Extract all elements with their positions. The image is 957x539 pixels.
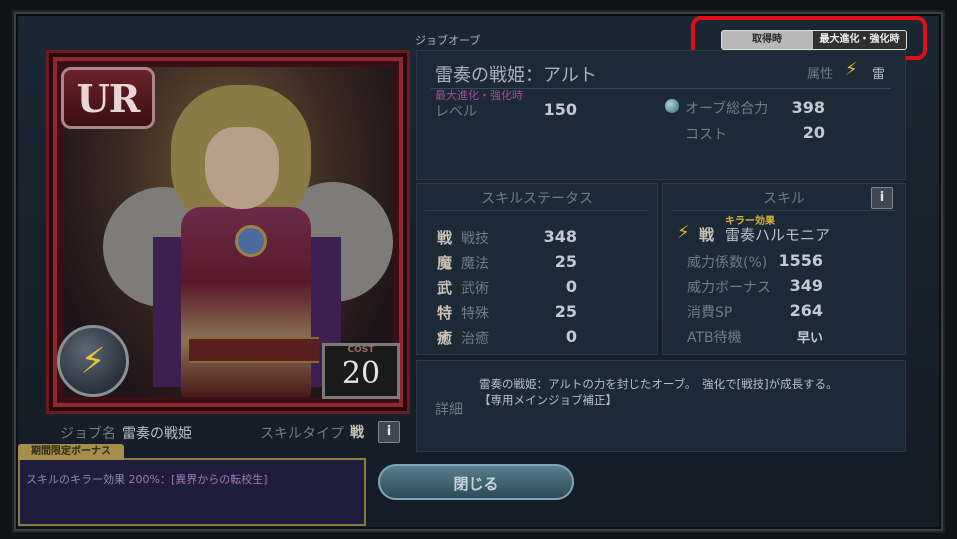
limited-bonus-box: スキルのキラー効果 200%：[異界からの転校生] [18, 458, 366, 526]
stat-value: 25 [554, 302, 577, 321]
dialog-title: ジョブオーブ [415, 34, 481, 47]
view-toggle[interactable]: 取得時 最大進化・強化時 [721, 30, 907, 50]
orb-power-value: 398 [791, 98, 825, 117]
detail-label: 詳細 [435, 402, 463, 418]
toggle-option-obtained[interactable]: 取得時 [722, 31, 812, 49]
art-face [205, 127, 279, 209]
stat-icon-senji: 戦 [437, 229, 453, 247]
lightning-icon: ⚡ [57, 325, 129, 397]
attribute-label: 属性 [807, 67, 834, 82]
detail-line-1: 雷奏の戦姫：アルトの力を封じたオーブ。 強化で[戦技]が成長する。 [479, 377, 838, 391]
close-button[interactable]: 閉じる [378, 464, 574, 500]
stat-icon-chiyu: 癒 [437, 329, 453, 347]
bonus-prefix: スキルのキラー効果 [26, 473, 125, 486]
skill-stat-value: 1556 [778, 251, 823, 270]
job-name: 雷奏の戦姫 [122, 426, 192, 442]
divider [671, 210, 897, 211]
stat-name: 特殊 [461, 306, 489, 322]
attribute-value: 雷 [872, 67, 886, 82]
skill-info-button[interactable]: i [871, 187, 893, 209]
stat-value: 0 [565, 327, 577, 346]
stat-icon-mahou: 魔 [437, 254, 453, 272]
skill-stat-value: 349 [789, 276, 823, 295]
stat-name: 治癒 [461, 331, 489, 347]
skill-stat-label: ATB待機 [687, 330, 742, 346]
skill-stat-value: 早い [796, 331, 823, 346]
limited-bonus-tab: 期間限定ボーナス [18, 444, 124, 460]
stat-icon-bujutsu: 武 [437, 279, 453, 297]
detail-panel: 詳細 雷奏の戦姫：アルトの力を封じたオーブ。 強化で[戦技]が成長する。 【専用… [416, 360, 906, 452]
skill-type-label: スキルタイプ [260, 426, 344, 442]
orb-power-label: オーブ総合力 [685, 101, 769, 117]
art-gem [235, 225, 267, 257]
skill-type-info-button[interactable]: i [378, 421, 400, 443]
stat-name: 魔法 [461, 256, 489, 272]
orb-name: 雷奏の戦姫：アルト [435, 65, 597, 86]
detail-line-2: 【専用メインジョブ補正】 [479, 393, 617, 407]
cost-box: COST 20 [322, 343, 400, 399]
skill-status-panel: スキルステータス 戦 戦技 348 魔 魔法 25 武 武術 0 特 特殊 25… [416, 183, 658, 355]
stat-value: 25 [554, 252, 577, 271]
divider [425, 210, 649, 211]
detail-text: 雷奏の戦姫：アルトの力を封じたオーブ。 強化で[戦技]が成長する。 【専用メイン… [479, 376, 899, 408]
stat-value: 0 [565, 277, 577, 296]
job-label: ジョブ名 [60, 426, 116, 442]
cost-label: コスト [685, 127, 727, 143]
bonus-text: スキルのキラー効果 200%：[異界からの転校生] [26, 471, 268, 487]
skill-stat-label: 消費SP [687, 305, 733, 321]
skill-stat-value: 264 [789, 301, 823, 320]
lightning-icon: ⚡ [677, 222, 690, 243]
cost-box-value: 20 [341, 356, 381, 391]
card-footer: ジョブ名 雷奏の戦姫 スキルタイプ 戦 i [46, 418, 404, 446]
skill-type-value: 戦 [350, 425, 364, 441]
bonus-value: 200%：[異界からの転校生] [128, 473, 268, 486]
skill-title: スキル [763, 191, 805, 207]
lightning-icon: ⚡ [845, 59, 858, 80]
level-value: 150 [543, 100, 577, 119]
cost-box-label: COST [347, 345, 375, 355]
art-belt [189, 337, 319, 363]
orb-icon [665, 99, 679, 113]
orb-summary-panel: 雷奏の戦姫：アルト 属性 ⚡ 雷 最大進化・強化時 レベル 150 オーブ総合力… [416, 50, 906, 180]
stat-name: 戦技 [461, 231, 489, 247]
orb-card: UR ⚡ COST 20 [46, 50, 410, 414]
skill-panel: スキル i キラー効果 ⚡ 戦 雷奏ハルモニア 威力係数(%) 1556 威力ボ… [662, 183, 906, 355]
skill-type-icon: 戦 [699, 226, 715, 244]
stat-value: 348 [543, 227, 577, 246]
stat-name: 武術 [461, 281, 489, 297]
toggle-option-max[interactable]: 最大進化・強化時 [813, 31, 906, 49]
skill-name: 雷奏ハルモニア [725, 226, 831, 244]
stat-icon-tokushu: 特 [437, 304, 453, 322]
level-label: レベル [435, 104, 477, 120]
skill-status-title: スキルステータス [481, 191, 593, 207]
rarity-badge: UR [61, 67, 155, 129]
cost-value: 20 [802, 123, 825, 142]
